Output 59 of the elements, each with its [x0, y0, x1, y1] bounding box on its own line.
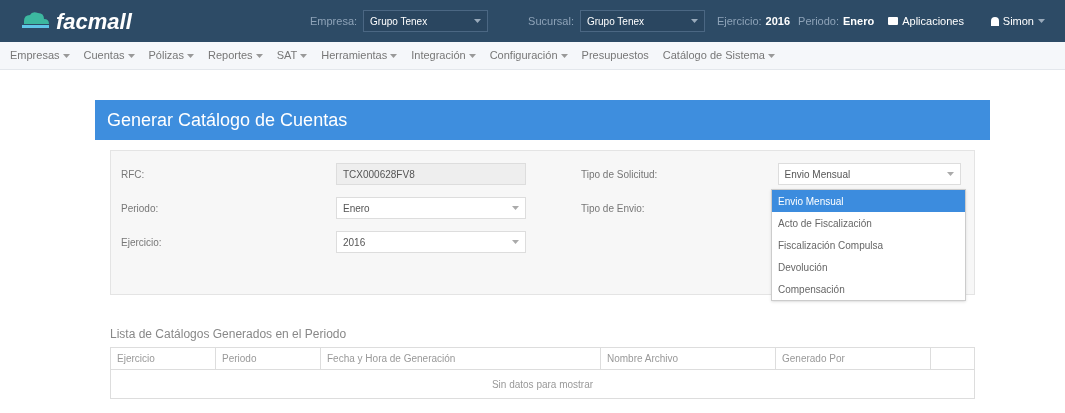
- select-field[interactable]: Enero: [336, 197, 526, 219]
- caret-icon: [474, 19, 482, 23]
- caret-icon: [560, 53, 568, 58]
- dropdown-option[interactable]: Compensación: [772, 278, 965, 300]
- user-menu[interactable]: Simon: [990, 12, 1045, 30]
- nav-menu-item[interactable]: Presupuestos: [581, 47, 649, 64]
- nav-menu-item[interactable]: Catálogo de Sistema: [662, 47, 775, 64]
- field-label: Tipo de Solicitud:: [581, 167, 659, 182]
- caret-icon: [767, 53, 775, 58]
- field-label: Periodo:: [121, 201, 160, 216]
- empty-message: Sin datos para mostrar: [490, 377, 595, 392]
- column-header[interactable]: Nombre Archivo: [601, 348, 776, 369]
- cloud-logo-icon: [20, 11, 50, 31]
- folder-icon: [888, 17, 899, 25]
- caret-icon: [255, 53, 263, 58]
- nav-menu-item[interactable]: Integración: [411, 47, 476, 64]
- select-field[interactable]: Grupo Tenex: [363, 10, 489, 32]
- select-field[interactable]: Envio Mensual: [777, 163, 961, 185]
- nav-menu-item[interactable]: Configuración: [489, 47, 568, 64]
- caret-icon: [512, 240, 519, 244]
- periodo-label: Periodo:: [798, 13, 840, 29]
- field-label: Ejercicio:: [121, 235, 163, 250]
- caret-icon: [512, 206, 519, 210]
- ejercicio-label: Ejercicio:: [716, 13, 762, 29]
- periodo-value: Enero: [843, 13, 875, 29]
- sucursal-label: Sucursal:: [528, 13, 574, 29]
- select-field[interactable]: Grupo Tenex: [579, 10, 705, 32]
- field-label: RFC:: [121, 167, 146, 182]
- column-header[interactable]: Generado Por: [776, 348, 931, 369]
- column-header[interactable]: Ejercicio: [111, 348, 216, 369]
- dropdown-option[interactable]: Fiscalización Compulsa: [772, 234, 965, 256]
- caret-icon: [300, 53, 308, 58]
- caret-icon: [690, 19, 698, 23]
- dropdown-option[interactable]: Acto de Fiscalización: [772, 212, 965, 234]
- column-header[interactable]: Periodo: [216, 348, 321, 369]
- caret-icon: [468, 53, 476, 58]
- dropdown-option[interactable]: Devolución: [772, 256, 965, 278]
- nav-menu-item[interactable]: Pólizas: [148, 47, 194, 64]
- caret-icon: [1038, 19, 1045, 23]
- panel-title: Generar Catálogo de Cuentas: [95, 100, 990, 140]
- empresa-label: Empresa:: [310, 13, 358, 29]
- logo-text: facmall: [56, 7, 132, 36]
- column-header[interactable]: Fecha y Hora de Generación: [321, 348, 601, 369]
- nav-menu-item[interactable]: Empresas: [10, 47, 70, 64]
- select-field[interactable]: 2016: [336, 231, 526, 253]
- caret-icon: [62, 53, 70, 58]
- user-icon: [990, 16, 999, 26]
- nav-menu-item[interactable]: Herramientas: [321, 47, 398, 64]
- nav-menu-item[interactable]: Cuentas: [83, 47, 135, 64]
- ejercicio-value: 2016: [765, 13, 791, 29]
- caret-icon: [390, 53, 398, 58]
- caret-icon: [187, 53, 194, 58]
- nav-menu-item[interactable]: Reportes: [208, 47, 263, 64]
- caret-icon: [947, 172, 954, 176]
- applications-link[interactable]: Aplicaciones: [888, 12, 964, 30]
- table-title: Lista de Catálogos Generados en el Periodo: [110, 326, 348, 343]
- caret-icon: [127, 53, 135, 58]
- dropdown-option[interactable]: Envio Mensual: [772, 190, 965, 212]
- nav-menu-item[interactable]: SAT: [276, 47, 308, 64]
